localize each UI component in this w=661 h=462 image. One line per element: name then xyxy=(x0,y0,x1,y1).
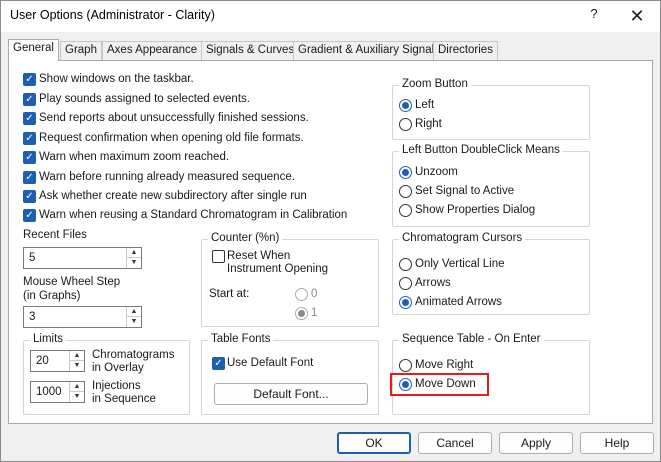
tab-signals-curves[interactable]: Signals & Curves xyxy=(201,41,300,60)
apply-button[interactable]: Apply xyxy=(499,432,573,454)
left-dblclick-group: Left Button DoubleClick Means Unzoom Set… xyxy=(392,144,590,227)
use-default-font-label: Use Default Font xyxy=(227,357,314,369)
chromatograms-label: Chromatograms xyxy=(92,349,175,361)
option-label: Send reports about unsuccessfully finish… xyxy=(39,112,309,124)
chromatograms-value: 20 xyxy=(36,355,49,367)
spin-down-icon[interactable]: ▼ xyxy=(127,258,141,268)
general-panel: ✓ Show windows on the taskbar. ✓ Play so… xyxy=(8,60,653,424)
arrows-label: Arrows xyxy=(415,277,451,289)
chromatogram-cursors-title: Chromatogram Cursors xyxy=(399,232,526,244)
zoom-button-group: Zoom Button Left Right xyxy=(392,78,590,140)
only-vertical-line-label: Only Vertical Line xyxy=(415,258,505,270)
recent-files-label: Recent Files xyxy=(23,229,87,241)
ok-button[interactable]: OK xyxy=(337,432,411,454)
option-label: Warn when maximum zoom reached. xyxy=(39,151,230,163)
limits-title: Limits xyxy=(30,333,67,345)
zoom-button-title: Zoom Button xyxy=(399,78,471,90)
mouse-wheel-stepper[interactable]: 3 ▲ ▼ xyxy=(23,306,142,328)
spin-down-icon[interactable]: ▼ xyxy=(70,361,84,371)
check-icon[interactable]: ✓ xyxy=(23,132,36,145)
table-fonts-group: Table Fonts ✓ Use Default Font Default F… xyxy=(201,333,379,415)
tab-directories[interactable]: Directories xyxy=(433,41,498,60)
option-label: Show windows on the taskbar. xyxy=(39,73,194,85)
unzoom-radio[interactable] xyxy=(399,166,412,179)
move-right-label: Move Right xyxy=(415,359,474,371)
close-icon[interactable]: ✕ xyxy=(622,3,652,29)
move-right-radio[interactable] xyxy=(399,359,412,372)
option-label: Request confirmation when opening old fi… xyxy=(39,132,304,144)
chromatograms-stepper[interactable]: 20 ▲ ▼ xyxy=(30,350,85,372)
check-icon[interactable]: ✓ xyxy=(23,93,36,106)
tab-graph[interactable]: Graph xyxy=(60,41,102,60)
zoom-left-radio[interactable] xyxy=(399,99,412,112)
start-at-0-radio[interactable] xyxy=(295,288,308,301)
zoom-right-label: Right xyxy=(415,118,442,130)
injections-stepper[interactable]: 1000 ▲ ▼ xyxy=(30,381,85,403)
check-icon[interactable]: ✓ xyxy=(23,171,36,184)
sequence-table-on-enter-group: Sequence Table - On Enter Move Right Mov… xyxy=(390,333,590,415)
reset-checkbox[interactable] xyxy=(212,250,225,263)
option-label: Warn before running already measured seq… xyxy=(39,171,295,183)
counter-title: Counter (%n) xyxy=(208,232,283,244)
left-dblclick-title: Left Button DoubleClick Means xyxy=(399,144,563,156)
table-fonts-title: Table Fonts xyxy=(208,333,274,345)
check-icon[interactable]: ✓ xyxy=(23,209,36,222)
unzoom-label: Unzoom xyxy=(415,166,458,178)
spin-up-icon[interactable]: ▲ xyxy=(127,248,141,258)
move-down-highlight xyxy=(390,373,489,396)
counter-group: Counter (%n) Reset When Instrument Openi… xyxy=(201,232,379,327)
tab-general[interactable]: General xyxy=(8,39,59,61)
check-icon[interactable]: ✓ xyxy=(23,112,36,125)
spin-up-icon[interactable]: ▲ xyxy=(127,307,141,317)
recent-files-stepper[interactable]: 5 ▲ ▼ xyxy=(23,247,142,269)
mouse-wheel-label: Mouse Wheel Step xyxy=(23,276,121,288)
start-at-1-radio[interactable] xyxy=(295,307,308,320)
reset-label: Reset When xyxy=(227,250,291,262)
check-icon[interactable]: ✓ xyxy=(23,151,36,164)
window-title: User Options (Administrator - Clarity) xyxy=(10,8,215,22)
zoom-left-label: Left xyxy=(415,99,435,111)
show-properties-radio[interactable] xyxy=(399,204,412,217)
spin-down-icon[interactable]: ▼ xyxy=(70,392,84,402)
recent-files-value: 5 xyxy=(29,252,36,264)
mouse-wheel-value: 3 xyxy=(29,311,36,323)
injections-value: 1000 xyxy=(36,386,62,398)
option-label: Ask whether create new subdirectory afte… xyxy=(39,190,307,202)
spin-down-icon[interactable]: ▼ xyxy=(127,317,141,327)
only-vertical-line-radio[interactable] xyxy=(399,258,412,271)
chromatograms-sublabel: in Overlay xyxy=(92,362,144,374)
set-signal-active-label: Set Signal to Active xyxy=(415,185,515,197)
arrows-radio[interactable] xyxy=(399,277,412,290)
injections-sublabel: in Sequence xyxy=(92,393,156,405)
tab-gradient-auxiliary-signals[interactable]: Gradient & Auxiliary Signals xyxy=(293,41,445,60)
show-properties-label: Show Properties Dialog xyxy=(415,204,536,216)
spin-up-icon[interactable]: ▲ xyxy=(70,382,84,392)
cancel-button[interactable]: Cancel xyxy=(418,432,492,454)
option-label: Play sounds assigned to selected events. xyxy=(39,93,250,105)
start-at-0-label: 0 xyxy=(311,288,318,300)
tab-axes-appearance[interactable]: Axes Appearance xyxy=(102,41,203,60)
use-default-font-checkbox[interactable]: ✓ xyxy=(212,357,225,370)
zoom-right-radio[interactable] xyxy=(399,118,412,131)
spin-up-icon[interactable]: ▲ xyxy=(70,351,84,361)
chromatogram-cursors-group: Chromatogram Cursors Only Vertical Line … xyxy=(392,232,590,315)
help-icon[interactable]: ? xyxy=(583,6,605,26)
injections-label: Injections xyxy=(92,380,141,392)
limits-group: Limits 20 ▲ ▼ Chromatograms in Overlay 1… xyxy=(23,333,190,415)
start-at-1-label: 1 xyxy=(311,307,318,319)
check-icon[interactable]: ✓ xyxy=(23,190,36,203)
sequence-table-on-enter-title: Sequence Table - On Enter xyxy=(399,333,544,345)
mouse-wheel-sublabel: (in Graphs) xyxy=(23,290,81,302)
title-bar: User Options (Administrator - Clarity) ?… xyxy=(1,1,660,32)
animated-arrows-label: Animated Arrows xyxy=(415,296,502,308)
animated-arrows-radio[interactable] xyxy=(399,296,412,309)
user-options-dialog: User Options (Administrator - Clarity) ?… xyxy=(0,0,661,462)
check-icon[interactable]: ✓ xyxy=(23,73,36,86)
help-button[interactable]: Help xyxy=(580,432,654,454)
start-at-label: Start at: xyxy=(209,288,250,300)
default-font-button[interactable]: Default Font... xyxy=(214,383,368,405)
option-label: Warn when reusing a Standard Chromatogra… xyxy=(39,209,348,221)
reset-sublabel: Instrument Opening xyxy=(227,263,329,275)
set-signal-active-radio[interactable] xyxy=(399,185,412,198)
